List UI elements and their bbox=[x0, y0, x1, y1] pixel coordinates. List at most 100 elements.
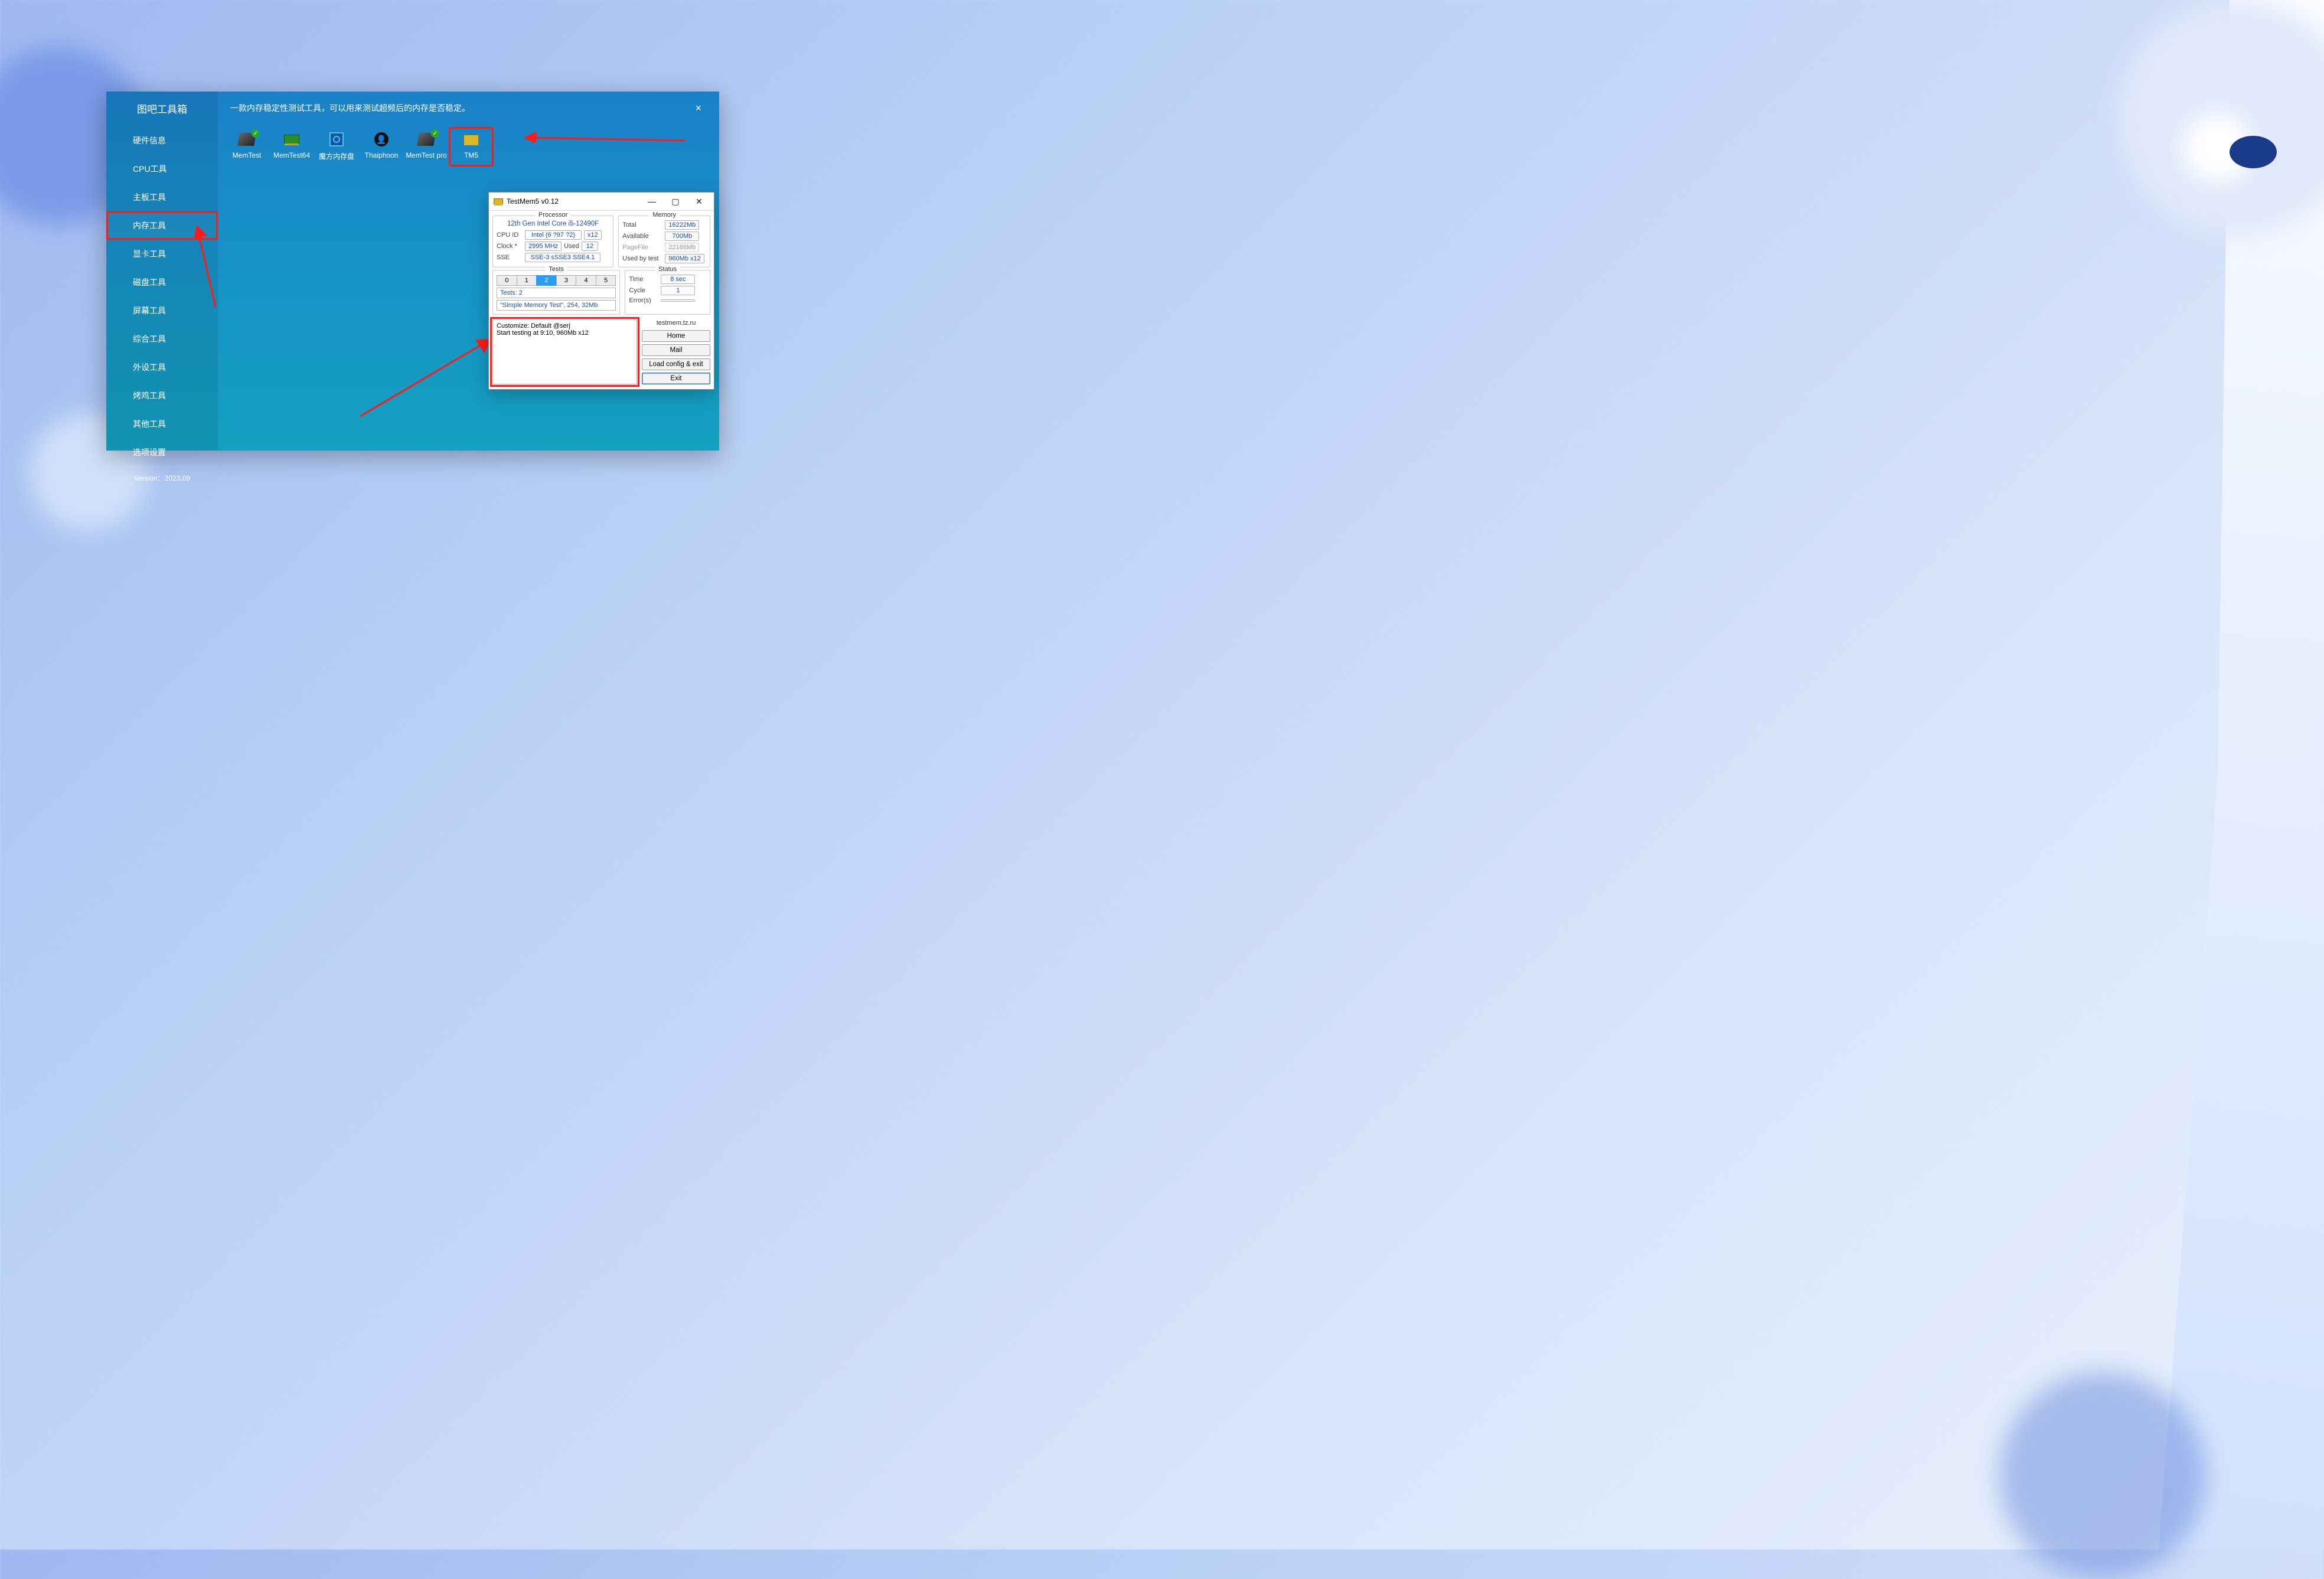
sidebar-item-label: 选项设置 bbox=[133, 448, 166, 457]
sidebar-items: 硬件信息 CPU工具 主板工具 内存工具 显卡工具 磁盘工具 屏幕工具 综合工具… bbox=[106, 126, 218, 466]
tool-thaiphoon[interactable]: 👤 Thaiphoon bbox=[359, 127, 404, 167]
sidebar-item-label: 其他工具 bbox=[133, 419, 166, 429]
cycle-value: 1 bbox=[661, 286, 695, 295]
tests-desc: "Simple Memory Test", 254, 32Mb bbox=[497, 300, 616, 311]
exit-button[interactable]: Exit bbox=[642, 373, 710, 384]
tm5-close-button[interactable]: ✕ bbox=[688, 195, 710, 208]
tm5-titlebar[interactable]: TestMem5 v0.12 — ▢ ✕ bbox=[489, 193, 714, 211]
tm5-minimize-button[interactable]: — bbox=[641, 195, 663, 208]
load-config-button[interactable]: Load config & exit bbox=[642, 358, 710, 370]
tests-tabs: 0 1 2 3 4 5 bbox=[497, 275, 616, 286]
test-tab-2[interactable]: 2 bbox=[536, 275, 557, 286]
pagefile-value: 22168Mb bbox=[665, 243, 699, 252]
clock-value: 2995 MHz bbox=[525, 242, 562, 251]
time-value: 8 sec bbox=[661, 275, 695, 284]
test-tab-1[interactable]: 1 bbox=[517, 275, 537, 286]
sidebar-item-options[interactable]: 选项设置 bbox=[106, 438, 218, 466]
tool-label: TM5 bbox=[464, 151, 478, 159]
sidebar-item-mobo[interactable]: 主板工具 bbox=[106, 183, 218, 211]
sidebar-item-label: 屏幕工具 bbox=[133, 306, 166, 315]
memory-panel: Memory Total16222Mb Available700Mb PageF… bbox=[618, 216, 710, 267]
tool-memtest[interactable]: ✓ MemTest bbox=[224, 127, 269, 167]
test-tab-5[interactable]: 5 bbox=[596, 275, 616, 286]
sidebar-item-disk[interactable]: 磁盘工具 bbox=[106, 268, 218, 296]
avail-value: 700Mb bbox=[665, 231, 699, 241]
clock-label: Clock * bbox=[497, 243, 523, 250]
sidebar-item-suite[interactable]: 综合工具 bbox=[106, 325, 218, 353]
sidebar: 图吧工具箱 硬件信息 CPU工具 主板工具 内存工具 显卡工具 磁盘工具 屏幕工… bbox=[106, 92, 218, 451]
tm5-maximize-button[interactable]: ▢ bbox=[664, 195, 687, 208]
sidebar-item-cpu[interactable]: CPU工具 bbox=[106, 155, 218, 183]
sidebar-item-screen[interactable]: 屏幕工具 bbox=[106, 296, 218, 325]
used-label: Used bbox=[564, 243, 579, 250]
tool-label: Thaiphoon bbox=[365, 151, 399, 159]
tool-ramdisk[interactable]: 魔方内存盘 bbox=[314, 127, 359, 167]
description-text: 一款内存稳定性测试工具，可以用来测试超频后的内存是否稳定。 bbox=[230, 102, 470, 114]
log-line: Start testing at 9:10, 960Mb x12 bbox=[497, 329, 633, 337]
status-panel: Status Time8 sec Cycle1 Error(s) bbox=[625, 270, 710, 315]
version-label: Version：2023.09 bbox=[106, 466, 218, 491]
toolbox-window: 图吧工具箱 硬件信息 CPU工具 主板工具 内存工具 显卡工具 磁盘工具 屏幕工… bbox=[106, 92, 719, 451]
usedbytest-label: Used by test bbox=[622, 255, 662, 262]
window-controls: × bbox=[678, 104, 707, 112]
sse-label: SSE bbox=[497, 254, 523, 261]
tests-count: Tests: 2 bbox=[497, 288, 616, 298]
usedbytest-value: 960Mb x12 bbox=[665, 254, 704, 263]
sidebar-item-hardware[interactable]: 硬件信息 bbox=[106, 126, 218, 155]
memtestpro-icon: ✓ bbox=[417, 132, 435, 146]
tool-grid: ✓ MemTest MemTest64 魔方内存盘 👤 Thaiphoon ✓ … bbox=[218, 123, 719, 167]
disk-icon bbox=[328, 132, 345, 146]
tool-label: MemTest pro bbox=[406, 151, 446, 159]
sse-value: SSE-3 sSSE3 SSE4.1 bbox=[525, 253, 600, 262]
tool-memtestpro[interactable]: ✓ MemTest pro bbox=[404, 127, 449, 167]
sidebar-item-stress[interactable]: 烤鸡工具 bbox=[106, 381, 218, 410]
error-label: Error(s) bbox=[629, 297, 658, 304]
sidebar-item-label: 主板工具 bbox=[133, 193, 166, 202]
sidebar-item-gpu[interactable]: 显卡工具 bbox=[106, 240, 218, 268]
sidebar-item-label: 内存工具 bbox=[133, 221, 166, 230]
tool-label: 魔方内存盘 bbox=[319, 151, 354, 161]
panel-heading: Status bbox=[655, 266, 680, 273]
ram-icon bbox=[283, 132, 301, 146]
home-button[interactable]: Home bbox=[642, 330, 710, 342]
avail-label: Available bbox=[622, 233, 662, 240]
sidebar-item-label: 烤鸡工具 bbox=[133, 391, 166, 400]
tool-memtest64[interactable]: MemTest64 bbox=[269, 127, 314, 167]
close-button[interactable]: × bbox=[695, 104, 701, 112]
description-bar: 一款内存稳定性测试工具，可以用来测试超频后的内存是否稳定。 × bbox=[218, 92, 719, 123]
panel-heading: Memory bbox=[649, 211, 680, 218]
sidebar-item-label: CPU工具 bbox=[133, 164, 167, 174]
tm5-title-icon bbox=[494, 198, 503, 204]
tool-tm5[interactable]: TM5 bbox=[449, 127, 494, 167]
log-output: Customize: Default @serj Start testing a… bbox=[492, 319, 637, 384]
test-tab-4[interactable]: 4 bbox=[576, 275, 596, 286]
panel-heading: Tests bbox=[545, 266, 567, 273]
processor-name: 12th Gen Intel Core i5-12490F bbox=[497, 218, 609, 229]
sidebar-item-label: 硬件信息 bbox=[133, 136, 166, 145]
panel-heading: Processor bbox=[535, 211, 572, 218]
sidebar-item-peripheral[interactable]: 外设工具 bbox=[106, 353, 218, 381]
pagefile-label: PageFile bbox=[622, 244, 662, 251]
cpuid-label: CPU ID bbox=[497, 231, 523, 239]
content-pane: 一款内存稳定性测试工具，可以用来测试超频后的内存是否稳定。 × ✓ MemTes… bbox=[218, 92, 719, 451]
links-heading: testmem.tz.ru bbox=[642, 319, 710, 327]
processor-panel: Processor 12th Gen Intel Core i5-12490F … bbox=[492, 216, 613, 267]
total-label: Total bbox=[622, 221, 662, 229]
memtest-icon: ✓ bbox=[238, 132, 256, 146]
mail-button[interactable]: Mail bbox=[642, 344, 710, 356]
test-tab-3[interactable]: 3 bbox=[556, 275, 577, 286]
sidebar-item-memory[interactable]: 内存工具 bbox=[106, 211, 218, 240]
links-panel: testmem.tz.ru Home Mail Load config & ex… bbox=[642, 319, 710, 384]
time-label: Time bbox=[629, 276, 658, 283]
sidebar-item-label: 显卡工具 bbox=[133, 249, 166, 259]
sidebar-item-label: 磁盘工具 bbox=[133, 278, 166, 287]
log-line: Customize: Default @serj bbox=[497, 322, 633, 329]
error-value bbox=[661, 299, 695, 302]
testmem5-window: TestMem5 v0.12 — ▢ ✕ Processor 12th Gen … bbox=[488, 192, 714, 390]
test-tab-0[interactable]: 0 bbox=[497, 275, 517, 286]
tm5-icon bbox=[462, 132, 480, 146]
total-value: 16222Mb bbox=[665, 220, 699, 230]
used-value: 12 bbox=[582, 242, 598, 251]
sidebar-item-other[interactable]: 其他工具 bbox=[106, 410, 218, 438]
tests-panel: Tests 0 1 2 3 4 5 Tests: 2 "Simple Memor… bbox=[492, 270, 620, 315]
